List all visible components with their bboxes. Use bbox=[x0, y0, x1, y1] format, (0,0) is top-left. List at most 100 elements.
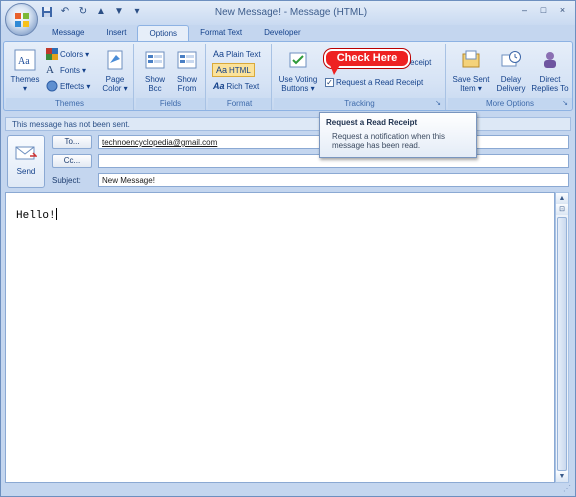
window-title: New Message! - Message (HTML) bbox=[214, 7, 368, 18]
body-text: Hello! bbox=[16, 208, 57, 222]
group-more-options: Save Sent Item ▾ Delay Delivery Direct R… bbox=[448, 44, 572, 110]
cc-button[interactable]: Cc... bbox=[52, 154, 92, 168]
save-sent-item-button[interactable]: Save Sent Item ▾ bbox=[450, 49, 492, 93]
save-sent-label-1: Save Sent bbox=[452, 75, 490, 84]
office-logo-icon bbox=[15, 13, 29, 27]
read-receipt-label: Request a Read Receipt bbox=[336, 77, 424, 87]
plain-text-icon: Aa bbox=[213, 49, 225, 59]
use-voting-buttons[interactable]: Use Voting Buttons ▾ bbox=[276, 49, 320, 93]
delivery-receipt-partial[interactable]: eceipt bbox=[410, 55, 431, 69]
send-label: Send bbox=[16, 167, 36, 176]
effects-dropdown-icon: ▾ bbox=[86, 81, 91, 91]
delivery-receipt-label: eceipt bbox=[410, 57, 432, 67]
effects-icon bbox=[46, 80, 58, 92]
tab-insert[interactable]: Insert bbox=[95, 25, 137, 42]
show-from-label-1: Show bbox=[176, 75, 197, 84]
colors-icon bbox=[46, 48, 58, 60]
window-controls: – □ × bbox=[516, 4, 571, 17]
resize-grip-icon[interactable]: ⋰ bbox=[563, 484, 573, 494]
scroll-down-icon[interactable]: ▼ bbox=[556, 471, 568, 482]
tab-message[interactable]: Message bbox=[41, 25, 95, 42]
voting-label-2: Buttons ▾ bbox=[281, 84, 315, 93]
rich-text-label: Rich Text bbox=[226, 81, 260, 91]
delay-delivery-button[interactable]: Delay Delivery bbox=[494, 49, 528, 93]
direct-label-1: Direct bbox=[539, 75, 561, 84]
send-button[interactable]: Send bbox=[7, 135, 45, 188]
html-format-label: HTML bbox=[229, 65, 251, 75]
themes-icon: Aa bbox=[14, 49, 36, 71]
down-icon[interactable]: ▼ bbox=[113, 6, 125, 18]
send-icon bbox=[15, 146, 38, 160]
themes-button[interactable]: Aa Themes ▾ bbox=[10, 49, 40, 93]
delay-label-2: Delivery bbox=[496, 84, 526, 93]
up-icon[interactable]: ▲ bbox=[95, 6, 107, 18]
maximize-button[interactable]: □ bbox=[535, 4, 552, 17]
fonts-button[interactable]: A Fonts ▾ bbox=[46, 63, 86, 77]
read-receipt-check-icon: ✓ bbox=[325, 77, 334, 87]
colors-label: Colors bbox=[60, 49, 84, 59]
show-from-label-2: From bbox=[177, 84, 197, 93]
group-themes: Aa Themes ▾ Colors ▾ A Fonts ▾ Effects ▾ Pa… bbox=[6, 44, 134, 110]
save-icon[interactable] bbox=[41, 6, 53, 18]
rich-text-icon: Aa bbox=[213, 81, 225, 91]
themes-dropdown-icon: ▾ bbox=[22, 84, 27, 93]
show-bcc-icon bbox=[145, 51, 165, 69]
outlook-message-window: ↶ ↻ ▲ ▼ ▾ New Message! - Message (HTML) … bbox=[0, 0, 576, 497]
read-receipt-checkbox[interactable]: ✓ Request a Read Receipt bbox=[325, 75, 423, 89]
group-label-format: Format bbox=[208, 98, 271, 109]
more-options-launcher-icon[interactable]: ↘ bbox=[562, 98, 568, 109]
message-body[interactable]: Hello! bbox=[5, 192, 555, 483]
save-sent-label-2: Item ▾ bbox=[460, 84, 482, 93]
group-label-fields: Fields bbox=[136, 98, 205, 109]
html-format-button[interactable]: Aa HTML bbox=[212, 63, 255, 77]
page-color-button[interactable]: Page Color ▾ bbox=[100, 49, 130, 93]
group-label-more-options: More Options ↘ bbox=[448, 98, 572, 109]
read-receipt-tooltip: Request a Read Receipt Request a notific… bbox=[319, 112, 477, 158]
rich-text-button[interactable]: Aa Rich Text bbox=[213, 79, 259, 93]
close-button[interactable]: × bbox=[554, 4, 571, 17]
show-from-button[interactable]: Show From bbox=[173, 49, 201, 93]
show-bcc-button[interactable]: Show Bcc bbox=[141, 49, 169, 93]
voting-icon bbox=[289, 52, 307, 68]
fonts-dropdown-icon: ▾ bbox=[82, 65, 87, 75]
tab-format-text[interactable]: Format Text bbox=[189, 25, 253, 42]
callout-pointer bbox=[330, 65, 340, 75]
page-color-label-2: Color ▾ bbox=[102, 84, 128, 93]
ruler-toggle-icon[interactable]: ⊡ bbox=[556, 204, 568, 215]
delay-label-1: Delay bbox=[500, 75, 522, 84]
html-format-icon: Aa bbox=[216, 65, 228, 75]
group-label-tracking: Tracking ↘ bbox=[274, 98, 445, 109]
themes-label: Themes bbox=[10, 75, 40, 84]
group-label-themes: Themes bbox=[6, 98, 133, 109]
subject-field[interactable]: New Message! bbox=[98, 173, 569, 187]
dialog-launcher-icon[interactable]: ↘ bbox=[435, 98, 441, 109]
vertical-scrollbar[interactable]: ▲ ⊡ ▼ bbox=[555, 192, 569, 483]
save-sent-icon bbox=[462, 50, 480, 68]
title-bar: ↶ ↻ ▲ ▼ ▾ New Message! - Message (HTML) … bbox=[1, 1, 575, 25]
direct-replies-button[interactable]: Direct Replies To bbox=[530, 49, 570, 93]
effects-button[interactable]: Effects ▾ bbox=[46, 79, 90, 93]
ribbon: Aa Themes ▾ Colors ▾ A Fonts ▾ Effects ▾ Pa… bbox=[3, 41, 573, 111]
tooltip-title: Request a Read Receipt bbox=[326, 118, 418, 127]
undo-icon[interactable]: ↶ bbox=[59, 6, 71, 18]
fonts-icon: A bbox=[46, 64, 54, 76]
show-bcc-label-1: Show bbox=[144, 75, 165, 84]
quick-access-toolbar: ↶ ↻ ▲ ▼ ▾ bbox=[41, 6, 143, 18]
scrollbar-thumb[interactable] bbox=[557, 217, 567, 471]
tab-developer[interactable]: Developer bbox=[253, 25, 311, 42]
redo-icon[interactable]: ↻ bbox=[77, 6, 89, 18]
more-options-group-text: More Options bbox=[485, 99, 535, 108]
colors-dropdown-icon: ▾ bbox=[85, 49, 90, 59]
to-button[interactable]: To... bbox=[52, 135, 92, 149]
office-button[interactable] bbox=[5, 3, 38, 36]
scroll-up-icon[interactable]: ▲ bbox=[556, 193, 568, 204]
tab-options[interactable]: Options bbox=[137, 25, 190, 42]
minimize-button[interactable]: – bbox=[516, 4, 533, 17]
plain-text-button[interactable]: Aa Plain Text bbox=[213, 47, 261, 61]
body-content: Hello! bbox=[16, 210, 56, 222]
colors-button[interactable]: Colors ▾ bbox=[46, 47, 89, 61]
qat-dropdown-icon[interactable]: ▾ bbox=[131, 6, 143, 18]
tooltip-body: Request a notification when this message… bbox=[332, 132, 445, 150]
plain-text-label: Plain Text bbox=[226, 49, 261, 59]
ribbon-tabs: Message Insert Options Format Text Devel… bbox=[41, 25, 312, 42]
